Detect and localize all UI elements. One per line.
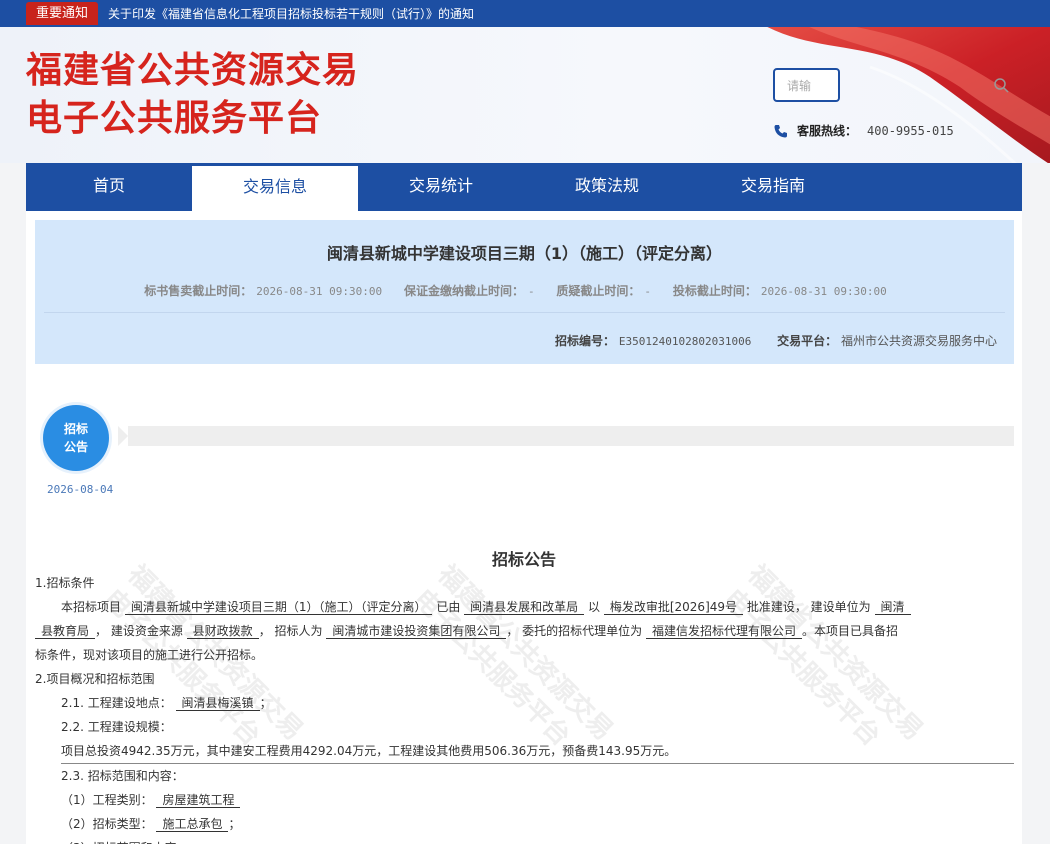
funding-field: 县财政拨款 [186, 624, 259, 639]
project-info-box: 闽清县新城中学建设项目三期（1）（施工）（评定分离） 标书售卖截止时间： 2026… [35, 220, 1014, 364]
project-name-field: 闽清县新城中学建设项目三期（1）（施工）（评定分离） [124, 600, 433, 615]
timeline-node-line2: 公告 [63, 440, 88, 454]
deadline-row: 标书售卖截止时间： 2026-08-31 09:30:00 保证金缴纳截止时间： -… [35, 282, 1014, 299]
section-heading: 1.招标条件 [35, 576, 95, 590]
timeline-node-line1: 招标 [63, 422, 88, 436]
scale-label: 2.2. 工程建设规模： [61, 720, 172, 734]
paragraph-tender-conditions: 本招标项目 闽清县新城中学建设项目三期（1）（施工）（评定分离） 已由 闽清县发… [35, 595, 1014, 619]
owner-field: 闽清 [874, 600, 911, 615]
notice-bar: 重要通知 关于印发《福建省信息化工程项目招标投标若干规则（试行）》的通知 [0, 0, 1050, 27]
deadline-label: 保证金缴纳截止时间： [403, 284, 524, 298]
nav-item-policy[interactable]: 政策法规 [524, 163, 690, 211]
nav-item-trade-stats[interactable]: 交易统计 [358, 163, 524, 211]
deadline-label: 质疑截止时间： [556, 284, 641, 298]
paragraph-line: 县教育局， 建设资金来源 县财政拨款， 招标人为 闽清城市建设投资集团有限公司，… [35, 619, 1014, 643]
investment-text: 项目总投资4942.35万元，其中建安工程费用4292.04万元，工程建设其他费… [61, 744, 677, 758]
site-logo-line1: 福建省公共资源交易 [26, 50, 360, 91]
tender-type-field: 施工总承包 [156, 817, 229, 832]
location-field: 闽清县梅溪镇 [175, 696, 260, 711]
notice-link[interactable]: 关于印发《福建省信息化工程项目招标投标若干规则（试行）》的通知 [108, 5, 474, 22]
hotline-number: 400-9955-015 [867, 123, 954, 138]
project-title: 闽清县新城中学建设项目三期（1）（施工）（评定分离） [326, 244, 723, 263]
deadline-label: 标书售卖截止时间： [144, 284, 253, 298]
site-header: 福建省公共资源交易 电子公共服务平台 请输 客服热线： 400-9955-015 [0, 27, 1050, 163]
deadline-value: 2026-08-31 09:30:00 [256, 285, 383, 298]
platform-value: 福州市公共资源交易服务中心 [840, 334, 997, 348]
location-row: 2.1. 工程建设地点： 闽清县梅溪镇； [61, 696, 272, 711]
divider [44, 312, 1005, 313]
timeline-node-announcement[interactable]: 招标 公告 [43, 405, 109, 471]
tender-code-value: E3501240102802031006 [618, 335, 752, 348]
project-meta-row: 招标编号： E3501240102802031006 交易平台： 福州市公共资源… [555, 332, 997, 349]
nav-item-guide[interactable]: 交易指南 [690, 163, 856, 211]
customer-hotline: 客服热线： 400-9955-015 [773, 122, 954, 139]
deadline-value: - [644, 285, 652, 298]
scope-label: 2.3. 招标范围和内容： [61, 769, 184, 783]
site-logo-line2: 电子公共服务平台 [26, 98, 323, 139]
nav-item-home[interactable]: 首页 [26, 163, 192, 211]
platform-label: 交易平台： [777, 334, 838, 348]
owner-field-cont: 县教育局 [35, 624, 96, 639]
timeline-date: 2026-08-04 [47, 483, 114, 496]
category-row: （1）工程类别： 房屋建筑工程 [35, 788, 1014, 812]
announcement-body: 1.招标条件 本招标项目 闽清县新城中学建设项目三期（1）（施工）（评定分离） … [35, 571, 1014, 844]
deadline-label: 投标截止时间： [672, 284, 757, 298]
search-icon[interactable] [993, 77, 1009, 93]
category-field: 房屋建筑工程 [156, 793, 241, 808]
approval-number-field: 梅发改审批[2026]49号 [603, 600, 744, 615]
timeline-bar [118, 426, 1014, 446]
section-heading: 2.项目概况和招标范围 [35, 672, 155, 686]
main-content: 闽清县新城中学建设项目三期（1）（施工）（评定分离） 标书售卖截止时间： 2026… [26, 211, 1022, 844]
tenderer-field: 闽清城市建设投资集团有限公司 [326, 624, 507, 639]
paragraph-line: 标条件，现对该项目的施工进行公开招标。 [35, 648, 264, 662]
deadline-value: - [527, 285, 535, 298]
tender-type-row: （2）招标类型： 施工总承包； [61, 817, 241, 832]
hotline-label: 客服热线： [797, 124, 858, 138]
tender-code-label: 招标编号： [555, 334, 616, 348]
nav-item-trade-info[interactable]: 交易信息 [192, 163, 358, 211]
deadline-value: 2026-08-31 09:30:00 [760, 285, 887, 298]
phone-icon [774, 124, 787, 137]
timeline-arrow [118, 426, 128, 446]
search-input[interactable]: 请输 [773, 68, 840, 102]
announcement-title: 招标公告 [491, 550, 556, 569]
notice-badge: 重要通知 [26, 2, 99, 25]
main-nav: 首页 交易信息 交易统计 政策法规 交易指南 [26, 163, 1022, 211]
agent-field: 福建信发招标代理有限公司 [646, 624, 803, 639]
scope-content-label: （3）招标范围和内容： [35, 836, 1014, 844]
approver-field: 闽清县发展和改革局 [464, 600, 585, 615]
